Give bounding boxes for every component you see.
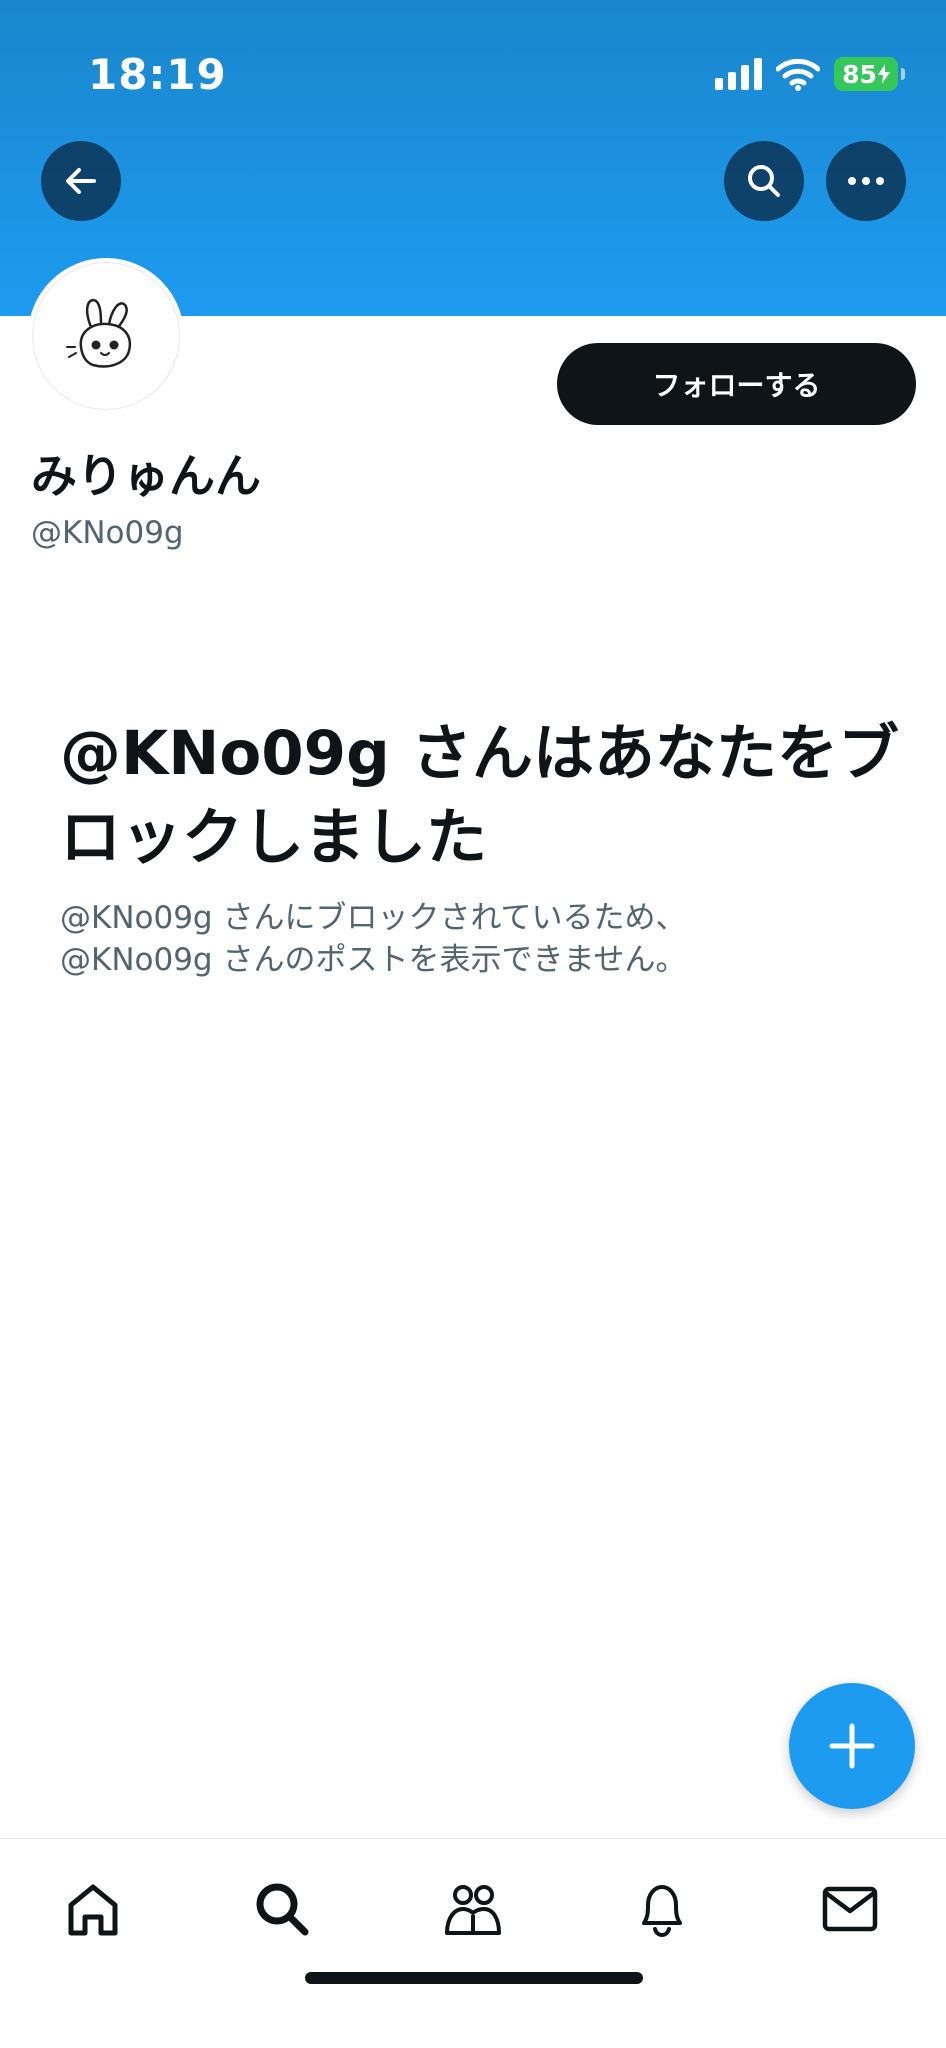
- compose-button[interactable]: [789, 1683, 915, 1809]
- search-button[interactable]: [724, 141, 804, 221]
- blocked-title: @KNo09g さんはあなたをブロックしました: [60, 718, 900, 873]
- back-button[interactable]: [41, 141, 121, 221]
- home-icon: [68, 1884, 118, 1936]
- tab-bar: [0, 1838, 946, 2048]
- status-time: 18:19: [88, 50, 227, 99]
- bunny-doodle-avatar: [66, 298, 132, 368]
- search-icon: [256, 1883, 309, 1936]
- communities-icon: [445, 1885, 501, 1935]
- blocked-description-line: @KNo09g さんにブロックされているため、: [60, 900, 687, 936]
- tab-home[interactable]: [53, 1869, 133, 1949]
- arrow-left-icon: [66, 168, 96, 194]
- home-indicator: [305, 1972, 643, 1984]
- cellular-signal-icon: [715, 58, 762, 90]
- follow-button[interactable]: フォローする: [557, 343, 916, 425]
- battery-icon: 85: [834, 57, 905, 91]
- blocked-description-line: @KNo09g さんのポストを表示できません。: [60, 942, 687, 978]
- battery-level: 85: [842, 59, 877, 89]
- wifi-icon: [776, 58, 820, 91]
- tab-communities[interactable]: [433, 1869, 513, 1949]
- messages-envelope-icon: [822, 1886, 878, 1932]
- plus-icon: [829, 1723, 875, 1769]
- more-options-button[interactable]: [826, 141, 906, 221]
- blocked-description: @KNo09g さんにブロックされているため、 @KNo09g さんのポストを表…: [60, 897, 880, 981]
- status-icons: 85: [715, 56, 905, 92]
- ellipsis-icon: [848, 177, 884, 185]
- tab-messages[interactable]: [810, 1869, 890, 1949]
- tab-search[interactable]: [242, 1869, 322, 1949]
- charging-bolt-icon: [877, 64, 890, 84]
- tab-notifications[interactable]: [622, 1869, 702, 1949]
- avatar[interactable]: [28, 258, 184, 414]
- handle: @KNo09g: [31, 515, 184, 551]
- search-icon: [748, 165, 780, 197]
- notifications-bell-icon: [642, 1885, 682, 1938]
- display-name: みりゅんん: [31, 449, 261, 503]
